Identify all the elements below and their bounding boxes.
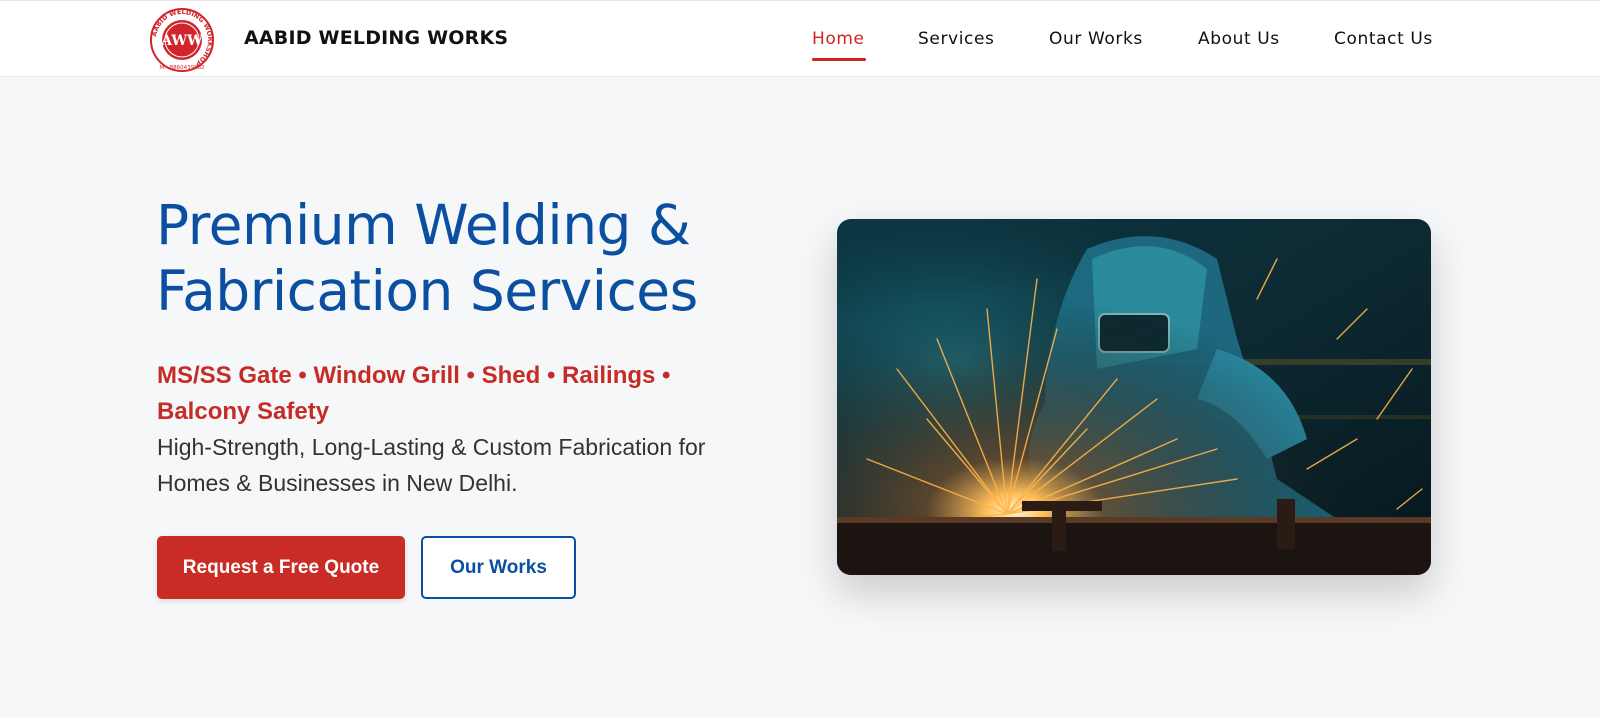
- nav-about-us[interactable]: About Us: [1198, 29, 1280, 49]
- hero-description: High-Strength, Long-Lasting & Custom Fab…: [157, 434, 706, 496]
- nav-our-works[interactable]: Our Works: [1049, 29, 1143, 49]
- nav-services[interactable]: Services: [918, 29, 995, 49]
- main-nav: Home Services Our Works About Us Contact…: [0, 29, 1600, 69]
- request-quote-button[interactable]: Request a Free Quote: [157, 536, 405, 599]
- nav-contact-us[interactable]: Contact Us: [1334, 29, 1433, 49]
- our-works-button[interactable]: Our Works: [421, 536, 576, 599]
- hero-title-line1: Premium Welding &: [156, 193, 691, 257]
- hero-welding-image: [837, 219, 1431, 575]
- top-navbar: AABID WELDING WORKSHOP AWW M.- 886043988…: [0, 0, 1600, 77]
- hero-title: Premium Welding & Fabrication Services: [156, 192, 796, 324]
- hero-title-line2: Fabrication Services: [156, 259, 698, 323]
- hero-services-list: MS/SS Gate • Window Grill • Shed • Raili…: [157, 362, 671, 425]
- nav-active-indicator: [812, 58, 866, 61]
- welder-sparks-photo-icon: [837, 219, 1431, 575]
- nav-home[interactable]: Home: [812, 29, 865, 49]
